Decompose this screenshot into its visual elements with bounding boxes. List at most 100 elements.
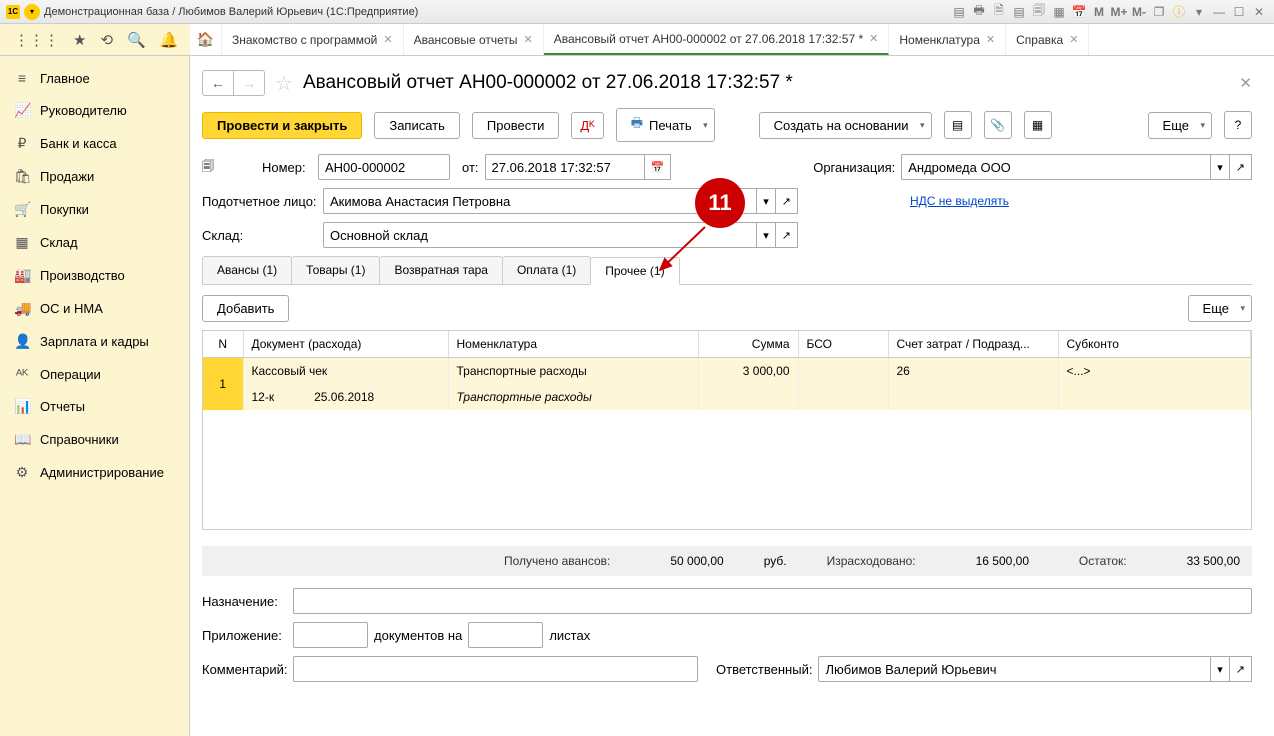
comment-input[interactable] <box>293 656 698 682</box>
sidebar-item-production[interactable]: 🏭Производство <box>0 259 189 292</box>
docs-count-input[interactable] <box>293 622 368 648</box>
sidebar-item-assets[interactable]: 🚚ОС и НМА <box>0 292 189 325</box>
subtab-advances[interactable]: Авансы (1) <box>202 256 292 284</box>
tab-help[interactable]: Справка✕ <box>1006 24 1089 55</box>
bell-icon[interactable]: 🔔 <box>160 31 179 49</box>
col-n[interactable]: N <box>203 331 243 358</box>
subtab-tare[interactable]: Возвратная тара <box>379 256 503 284</box>
sidebar-item-purchases[interactable]: 🛒Покупки <box>0 193 189 226</box>
col-sum[interactable]: Сумма <box>698 331 798 358</box>
open-icon[interactable]: ↗ <box>776 222 798 248</box>
person-input[interactable] <box>323 188 757 214</box>
date-input[interactable] <box>485 154 645 180</box>
subtab-other[interactable]: Прочее (1) <box>590 257 679 285</box>
history-icon[interactable]: ⟲ <box>100 31 113 49</box>
table-row[interactable]: 12-к 25.06.2018 Транспортные расходы <box>203 384 1251 410</box>
m-minus-icon[interactable]: M- <box>1130 3 1148 21</box>
toolbar-icon[interactable]: ▤ <box>1010 3 1028 21</box>
maximize-icon[interactable]: ☐ <box>1230 3 1248 21</box>
org-input[interactable] <box>901 154 1211 180</box>
table-more-button[interactable]: Еще <box>1188 295 1252 322</box>
bars-icon: 📊 <box>14 398 30 415</box>
print-button[interactable]: 🖶Печать <box>616 108 715 142</box>
open-icon[interactable]: ↗ <box>776 188 798 214</box>
sidebar-item-manager[interactable]: 📈Руководителю <box>0 94 189 127</box>
dropdown-icon[interactable]: ▾ <box>757 222 776 248</box>
sheets-input[interactable] <box>468 622 543 648</box>
m-plus-icon[interactable]: M+ <box>1110 3 1128 21</box>
sidebar-item-sales[interactable]: 🛍Продажи <box>0 160 189 193</box>
close-icon[interactable]: ✕ <box>869 32 878 45</box>
forward-button[interactable]: → <box>234 71 264 95</box>
save-button[interactable]: Записать <box>374 112 460 139</box>
sidebar-item-salary[interactable]: 👤Зарплата и кадры <box>0 325 189 358</box>
tab-intro[interactable]: Знакомство с программой✕ <box>222 24 404 55</box>
col-nom[interactable]: Номенклатура <box>448 331 698 358</box>
app-dropdown-icon[interactable]: ▾ <box>24 4 40 20</box>
m-icon[interactable]: M <box>1090 3 1108 21</box>
tab-reports[interactable]: Авансовые отчеты✕ <box>404 24 544 55</box>
list-icon[interactable]: ▤ <box>944 111 972 139</box>
close-icon[interactable]: ✕ <box>524 33 533 46</box>
doc-icon[interactable]: 🗎 <box>990 3 1008 21</box>
create-based-button[interactable]: Создать на основании <box>759 112 932 139</box>
nds-link[interactable]: НДС не выделять <box>910 194 1009 208</box>
close-icon[interactable]: ✕ <box>986 33 995 46</box>
close-page-icon[interactable]: ✕ <box>1239 74 1252 92</box>
warehouse-input[interactable] <box>323 222 757 248</box>
search-icon[interactable]: 🔍 <box>127 31 146 49</box>
responsible-input[interactable] <box>818 656 1211 682</box>
tab-report-current[interactable]: Авансовый отчет АН00-000002 от 27.06.201… <box>544 24 890 55</box>
toolbar-icon[interactable]: ▤ <box>950 3 968 21</box>
apps-icon[interactable]: ⋮⋮⋮ <box>14 31 59 49</box>
dropdown-icon[interactable]: ▾ <box>1211 656 1230 682</box>
col-bso[interactable]: БСО <box>798 331 888 358</box>
calc-icon[interactable]: ▦ <box>1050 3 1068 21</box>
window-icon[interactable]: ❐ <box>1150 3 1168 21</box>
form-icon[interactable]: ▦ <box>1024 111 1052 139</box>
tab-nomenclature[interactable]: Номенклатура✕ <box>889 24 1006 55</box>
dropdown-icon[interactable]: ▾ <box>1211 154 1230 180</box>
info-icon[interactable]: ⓘ <box>1170 3 1188 21</box>
toolbar-icon[interactable]: 🗐 <box>1030 3 1048 21</box>
dropdown-icon[interactable]: ▾ <box>757 188 776 214</box>
sidebar-item-warehouse[interactable]: ▦Склад <box>0 226 189 259</box>
open-icon[interactable]: ↗ <box>1230 154 1252 180</box>
open-icon[interactable]: ↗ <box>1230 656 1252 682</box>
col-doc[interactable]: Документ (расхода) <box>243 331 448 358</box>
col-account[interactable]: Счет затрат / Подразд... <box>888 331 1058 358</box>
more-button[interactable]: Еще <box>1148 112 1212 139</box>
titlebar: 1С ▾ Демонстрационная база / Любимов Вал… <box>0 0 1274 24</box>
sidebar-item-operations[interactable]: ᴬᴷОперации <box>0 358 189 390</box>
sidebar-item-reports[interactable]: 📊Отчеты <box>0 390 189 423</box>
calendar-icon[interactable]: 📅 <box>645 154 672 180</box>
help-button[interactable]: ? <box>1224 111 1252 139</box>
sidebar-item-main[interactable]: ≡Главное <box>0 62 189 94</box>
table-row[interactable]: 1 Кассовый чек Транспортные расходы 3 00… <box>203 358 1251 385</box>
sidebar-item-admin[interactable]: ⚙Администрирование <box>0 456 189 489</box>
close-icon[interactable]: ✕ <box>1250 3 1268 21</box>
calendar-icon[interactable]: 📅 <box>1070 3 1088 21</box>
close-icon[interactable]: ✕ <box>383 33 392 46</box>
favorite-star-icon[interactable]: ☆ <box>275 71 293 96</box>
dk-button[interactable]: Дᴷ <box>571 112 603 139</box>
subtab-payment[interactable]: Оплата (1) <box>502 256 591 284</box>
purpose-input[interactable] <box>293 588 1252 614</box>
col-subconto[interactable]: Субконто <box>1058 331 1251 358</box>
print-icon[interactable]: 🖶 <box>970 3 988 21</box>
subtab-goods[interactable]: Товары (1) <box>291 256 380 284</box>
minimize-icon[interactable]: — <box>1210 3 1228 21</box>
number-input[interactable] <box>318 154 450 180</box>
sidebar-item-refs[interactable]: 📖Справочники <box>0 423 189 456</box>
star-icon[interactable]: ★ <box>73 31 86 49</box>
sidebar-item-bank[interactable]: ₽Банк и касса <box>0 127 189 160</box>
close-icon[interactable]: ✕ <box>1069 33 1078 46</box>
attach-icon[interactable]: 📎 <box>984 111 1012 139</box>
post-and-close-button[interactable]: Провести и закрыть <box>202 112 362 139</box>
back-button[interactable]: ← <box>203 71 234 95</box>
chevron-down-icon[interactable]: ▾ <box>1190 3 1208 21</box>
post-button[interactable]: Провести <box>472 112 560 139</box>
bag-icon: 🛍 <box>14 168 30 185</box>
add-button[interactable]: Добавить <box>202 295 289 322</box>
home-icon[interactable]: 🏠 <box>190 24 222 55</box>
